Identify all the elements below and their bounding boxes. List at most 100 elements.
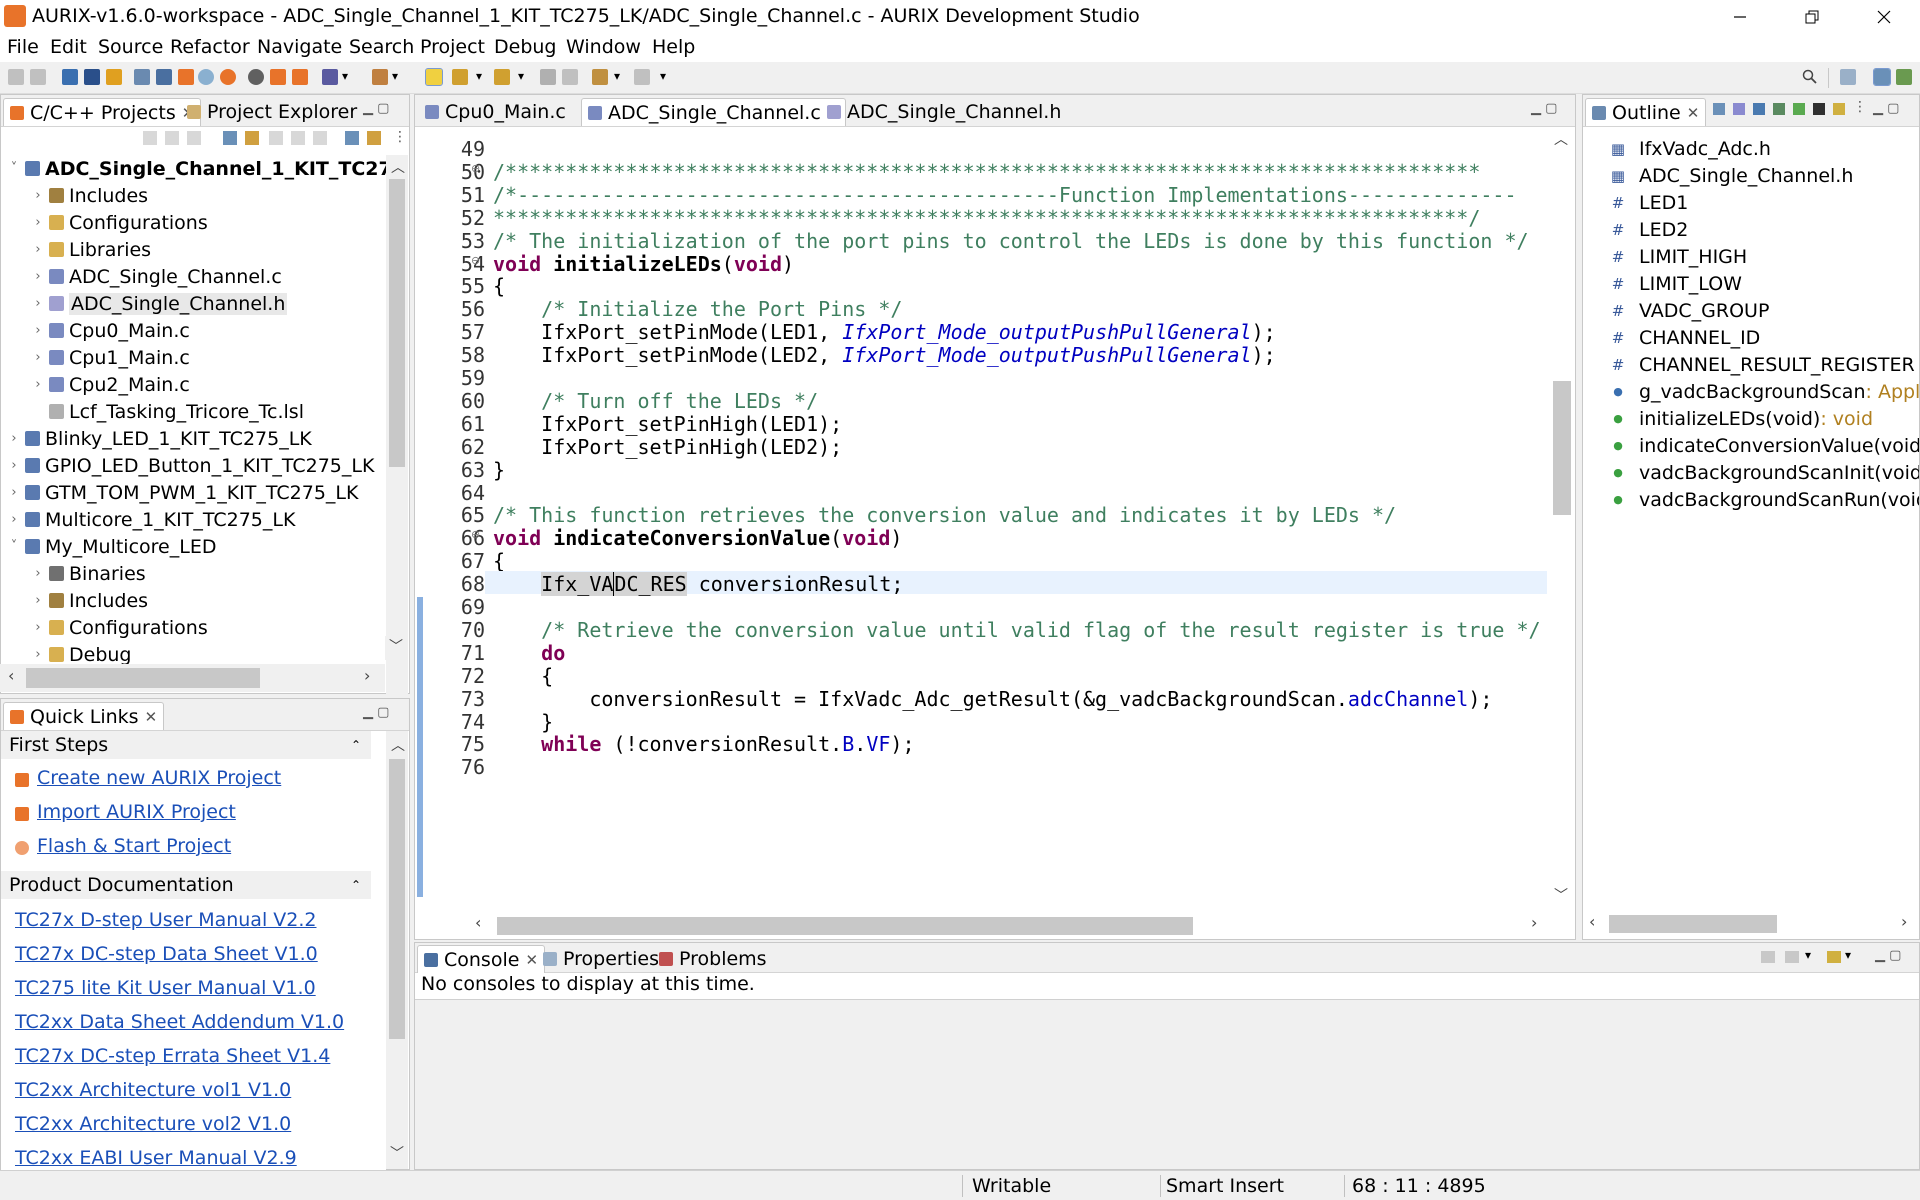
doc-link[interactable]: TC2xx Data Sheet Addendum V1.0: [15, 1011, 344, 1033]
chevron-right-icon[interactable]: ›: [31, 647, 45, 662]
prev-annotation-dropdown-icon[interactable]: ▾: [518, 69, 528, 85]
tree-item[interactable]: ˅ ADC_Single_Channel_1_KIT_TC275_LK: [1, 155, 386, 182]
open-type-icon[interactable]: [62, 69, 78, 85]
annotation-dropdown-icon[interactable]: ▾: [476, 69, 486, 85]
editor-vertical-scrollbar[interactable]: ︿ ﹀: [1547, 127, 1575, 911]
chevron-right-icon[interactable]: ›: [31, 593, 45, 608]
tab-project-explorer[interactable]: Project Explorer: [181, 98, 363, 126]
tree-vertical-scrollbar[interactable]: ︿: [386, 155, 408, 755]
open-console-icon[interactable]: [1827, 951, 1841, 963]
key-icon[interactable]: [106, 69, 122, 85]
chevron-right-icon[interactable]: ›: [7, 512, 21, 527]
outline-item[interactable]: ▦ ADC_Single_Channel.h: [1583, 162, 1853, 189]
code-line[interactable]: {: [493, 664, 553, 688]
outline-hscroll-thumb[interactable]: [1609, 915, 1777, 933]
menu-navigate[interactable]: Navigate: [257, 36, 342, 58]
collapse-section-icon[interactable]: ⌃: [351, 738, 361, 752]
menu-help[interactable]: Help: [652, 36, 695, 58]
up-icon[interactable]: [187, 131, 201, 145]
close-window-button[interactable]: [1854, 0, 1914, 34]
code-line[interactable]: /* The initialization of the port pins t…: [493, 229, 1529, 253]
chevron-right-icon[interactable]: ›: [31, 188, 45, 203]
collapse-all-icon[interactable]: [1713, 103, 1725, 115]
scroll-down-icon[interactable]: ﹀: [390, 1143, 404, 1163]
chevron-right-icon[interactable]: ›: [31, 377, 45, 392]
code-line[interactable]: }: [493, 710, 553, 734]
outline-item[interactable]: ●vadcBackgroundScanInit(void) : v: [1583, 459, 1919, 486]
link-editor-icon[interactable]: [245, 131, 259, 145]
debug-icon[interactable]: [322, 69, 338, 85]
close-icon[interactable]: ✕: [145, 708, 158, 726]
console-icon[interactable]: [134, 69, 150, 85]
tree-item[interactable]: › Binaries: [1, 560, 145, 587]
code-line[interactable]: do: [493, 641, 565, 665]
hide-static-icon[interactable]: [1773, 103, 1785, 115]
minimize-maximize-icons[interactable]: ▁ ▢: [1875, 948, 1901, 963]
aurix-icon[interactable]: [270, 69, 286, 85]
help-icon[interactable]: [248, 69, 264, 85]
minimize-maximize-icons[interactable]: ▁ ▢: [1873, 101, 1899, 116]
menu-window[interactable]: Window: [566, 36, 641, 58]
forward-dropdown-icon[interactable]: ▾: [660, 69, 670, 85]
display-console-icon[interactable]: [1785, 951, 1799, 963]
code-line[interactable]: void indicateConversionValue(void): [493, 526, 902, 550]
link-create-project[interactable]: Create new AURIX Project: [37, 767, 281, 789]
first-steps-header[interactable]: First Steps ⌃: [1, 731, 371, 759]
back-icon[interactable]: [143, 131, 157, 145]
tree-hscroll-thumb[interactable]: [26, 668, 260, 688]
scroll-left-icon[interactable]: ‹: [475, 913, 481, 932]
scroll-up-icon[interactable]: ︿: [391, 735, 405, 755]
tab-adc-single-channel-c[interactable]: ADC_Single_Channel.c ✕: [581, 98, 847, 126]
link-with-editor-icon[interactable]: [1833, 103, 1845, 115]
outline-item[interactable]: ●indicateConversionValue(void) : v: [1583, 432, 1919, 459]
code-line[interactable]: conversionResult = IfxVadc_Adc_getResult…: [493, 687, 1492, 711]
code-line[interactable]: IfxPort_setPinMode(LED2, IfxPort_Mode_ou…: [493, 343, 1276, 367]
hide-fields-icon[interactable]: [1753, 103, 1765, 115]
doc-link[interactable]: TC27x DC-step Errata Sheet V1.4: [15, 1045, 330, 1067]
menu-file[interactable]: File: [7, 36, 39, 58]
outline-item[interactable]: # CHANNEL_RESULT_REGISTER: [1583, 351, 1915, 378]
sort-icon[interactable]: [1733, 103, 1745, 115]
doc-link[interactable]: TC2xx Architecture vol1 V1.0: [15, 1079, 291, 1101]
tree-horizontal-scrollbar[interactable]: ‹ ›: [0, 664, 385, 692]
tab-properties[interactable]: Properties: [537, 945, 665, 973]
code-line[interactable]: {: [493, 274, 505, 298]
tree-item[interactable]: › Multicore_1_KIT_TC275_LK: [1, 506, 295, 533]
scroll-left-icon[interactable]: ‹: [8, 666, 14, 685]
tree-item[interactable]: › Cpu0_Main.c: [1, 317, 189, 344]
fold-toggle-icon[interactable]: ⊖: [471, 162, 480, 175]
scroll-up-icon[interactable]: ︿: [391, 157, 405, 177]
tree-item[interactable]: › Configurations: [1, 209, 207, 236]
code-line[interactable]: /* Turn off the LEDs */: [493, 389, 818, 413]
doc-link[interactable]: TC27x DC-step Data Sheet V1.0: [15, 943, 318, 965]
outline-item[interactable]: ●vadcBackgroundScanRun(void) :: [1583, 486, 1919, 513]
restore-button[interactable]: [1782, 0, 1842, 34]
code-line[interactable]: /* Retrieve the conversion value until v…: [493, 618, 1540, 642]
open-element-icon[interactable]: [84, 69, 100, 85]
tab-adc-single-channel-h[interactable]: ADC_Single_Channel.h: [821, 98, 1067, 126]
cpp-perspective-icon[interactable]: [1873, 68, 1891, 86]
chevron-right-icon[interactable]: ›: [7, 485, 21, 500]
code-line[interactable]: {: [493, 549, 505, 573]
close-icon[interactable]: ✕: [1687, 104, 1700, 122]
outline-item[interactable]: ▦ IfxVadc_Adc.h: [1583, 135, 1771, 162]
chevron-right-icon[interactable]: ›: [31, 620, 45, 635]
chevron-right-icon[interactable]: ›: [31, 566, 45, 581]
minimize-maximize-icons[interactable]: ▁ ▢: [1531, 101, 1557, 116]
save-all-icon[interactable]: [30, 69, 46, 85]
scroll-up-icon[interactable]: ︿: [1554, 129, 1568, 149]
back-dropdown-icon[interactable]: ▾: [614, 69, 624, 85]
back-nav-icon[interactable]: [592, 69, 608, 85]
editor-hscroll-thumb[interactable]: [497, 917, 1193, 935]
tree-item[interactable]: ˅ My_Multicore_LED: [1, 533, 217, 560]
code-line[interactable]: /* Initialize the Port Pins */: [493, 297, 902, 321]
chevron-right-icon[interactable]: ›: [31, 296, 45, 311]
editor-scroll-thumb[interactable]: [1553, 381, 1571, 515]
target-icon[interactable]: [198, 69, 214, 85]
forward-icon[interactable]: [165, 131, 179, 145]
hide-macros-icon[interactable]: [1813, 103, 1825, 115]
code-line[interactable]: while (!conversionResult.B.VF);: [493, 732, 914, 756]
doc-link[interactable]: TC2xx EABI User Manual V2.9: [15, 1147, 297, 1169]
link-flash-start[interactable]: Flash & Start Project: [37, 835, 231, 857]
tab-console[interactable]: Console ✕: [417, 945, 546, 973]
